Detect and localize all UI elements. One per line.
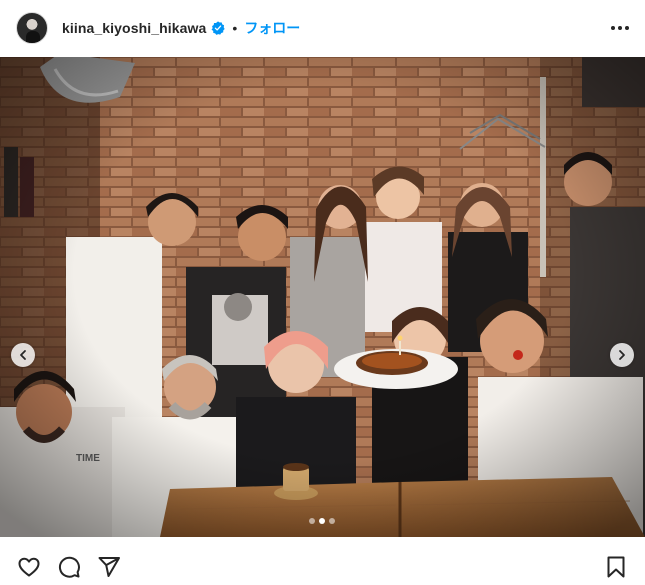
carousel-dot [309,518,315,524]
carousel-prev-button[interactable] [11,343,35,367]
chevron-left-icon [20,350,26,360]
carousel-dot-active [319,518,325,524]
post-header: kiina_kiyoshi_hikawa • フォロー [0,0,645,56]
action-bar [0,548,645,585]
avatar[interactable] [16,12,48,44]
save-button[interactable] [603,554,629,580]
shirt-text: TIME [76,453,100,464]
comment-icon [58,556,80,578]
carousel-indicator [309,518,335,524]
photo-illustration: TIME [0,57,645,537]
carousel-dot [329,518,335,524]
verified-badge-icon [211,21,226,35]
share-button[interactable] [96,554,122,580]
chevron-right-icon [619,350,625,360]
comment-button[interactable] [56,554,82,580]
follow-button[interactable]: フォロー [244,18,300,38]
send-icon [98,556,120,577]
more-options-icon[interactable] [609,20,631,36]
carousel-next-button[interactable] [610,343,634,367]
separator-dot: • [232,20,238,36]
username[interactable]: kiina_kiyoshi_hikawa [62,20,206,36]
post-photo[interactable]: TIME [0,57,645,537]
heart-icon [18,557,40,576]
bookmark-icon [607,556,625,577]
like-button[interactable] [16,554,42,580]
